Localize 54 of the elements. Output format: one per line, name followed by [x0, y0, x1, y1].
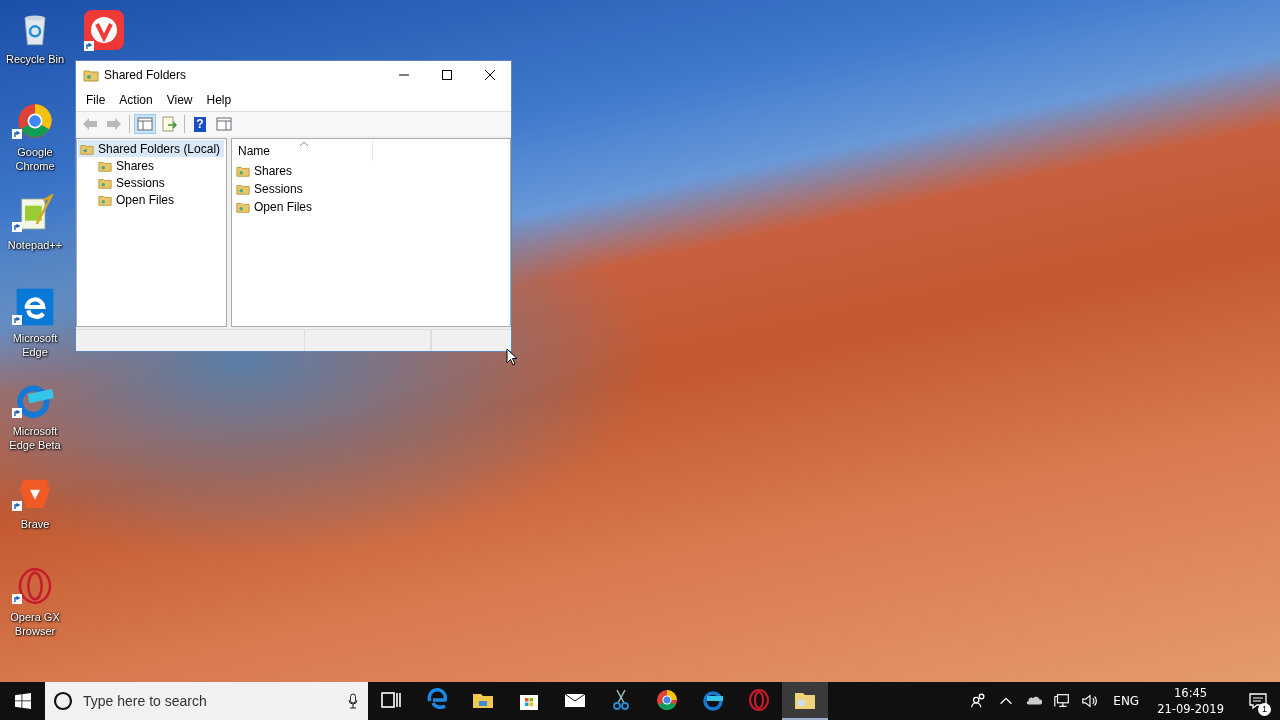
shared-folder-icon — [236, 182, 250, 196]
window-title: Shared Folders — [104, 68, 187, 82]
volume-icon[interactable] — [1081, 692, 1100, 710]
tree-item[interactable]: Sessions — [78, 174, 169, 191]
menu-item[interactable]: Action — [112, 93, 160, 107]
microphone-icon[interactable] — [348, 693, 358, 709]
help-icon: ? — [194, 116, 206, 132]
maximize-icon — [441, 70, 452, 80]
shared-folder-icon — [236, 164, 250, 178]
help-button[interactable]: ? — [189, 114, 211, 134]
search-field[interactable]: Type here to search — [81, 692, 348, 710]
left-arrow-icon — [82, 116, 98, 132]
desktop-icon-label[interactable]: Recycle Bin — [1, 52, 69, 66]
toolbar-button[interactable] — [213, 114, 235, 134]
right-arrow-icon — [106, 116, 122, 132]
tree-item[interactable]: Shared Folders (Local) — [78, 140, 225, 157]
language-indicator[interactable]: ENG — [1113, 694, 1140, 708]
shared-folder-icon — [236, 200, 250, 214]
close-icon — [484, 70, 495, 80]
app-icon[interactable] — [84, 10, 124, 50]
app-icon — [655, 688, 679, 712]
windows-logo-icon — [14, 693, 31, 709]
tree-item[interactable]: Open Files — [78, 191, 179, 208]
menu-item[interactable]: File — [79, 93, 113, 107]
desktop-icon-label[interactable]: Notepad++ — [1, 238, 69, 252]
menu-item[interactable]: View — [159, 93, 200, 107]
list-item[interactable]: Shares — [232, 162, 297, 180]
mouse-cursor-icon — [506, 348, 518, 366]
network-icon[interactable] — [1053, 692, 1072, 710]
list-item[interactable]: Open Files — [232, 198, 317, 216]
notifications-button[interactable]: 1 — [1236, 682, 1280, 720]
notifications-icon — [1248, 691, 1268, 711]
desktop-icon-label[interactable]: Microsoft Edge Beta — [1, 424, 69, 452]
list-item[interactable]: Sessions — [232, 180, 307, 198]
circle-icon — [53, 691, 73, 711]
desktop-icon-label[interactable]: Google Chrome — [1, 145, 69, 173]
app-icon — [425, 688, 449, 712]
app-icon[interactable] — [15, 101, 55, 141]
search-box[interactable]: Type here to search — [45, 682, 368, 720]
notification-count: 1 — [1258, 703, 1271, 716]
desktop-icon-label[interactable]: Brave — [1, 517, 69, 531]
menu-item[interactable]: Help — [199, 93, 239, 107]
desktop-icon-label[interactable]: Microsoft Edge — [1, 331, 69, 359]
panel-layout-icon — [216, 116, 232, 132]
app-icon — [701, 688, 725, 712]
column-header[interactable]: Name — [232, 141, 373, 161]
tree-item[interactable]: Shares — [78, 157, 159, 174]
shared-folder-icon — [83, 67, 99, 83]
panel-layout-icon — [137, 116, 153, 132]
app-icon — [747, 688, 771, 712]
sort-caret-icon — [300, 141, 308, 146]
clock[interactable]: 16:45 21-09-2019 — [1157, 685, 1224, 717]
taskbar-app[interactable] — [782, 682, 828, 720]
toolbar-button[interactable] — [134, 114, 156, 134]
